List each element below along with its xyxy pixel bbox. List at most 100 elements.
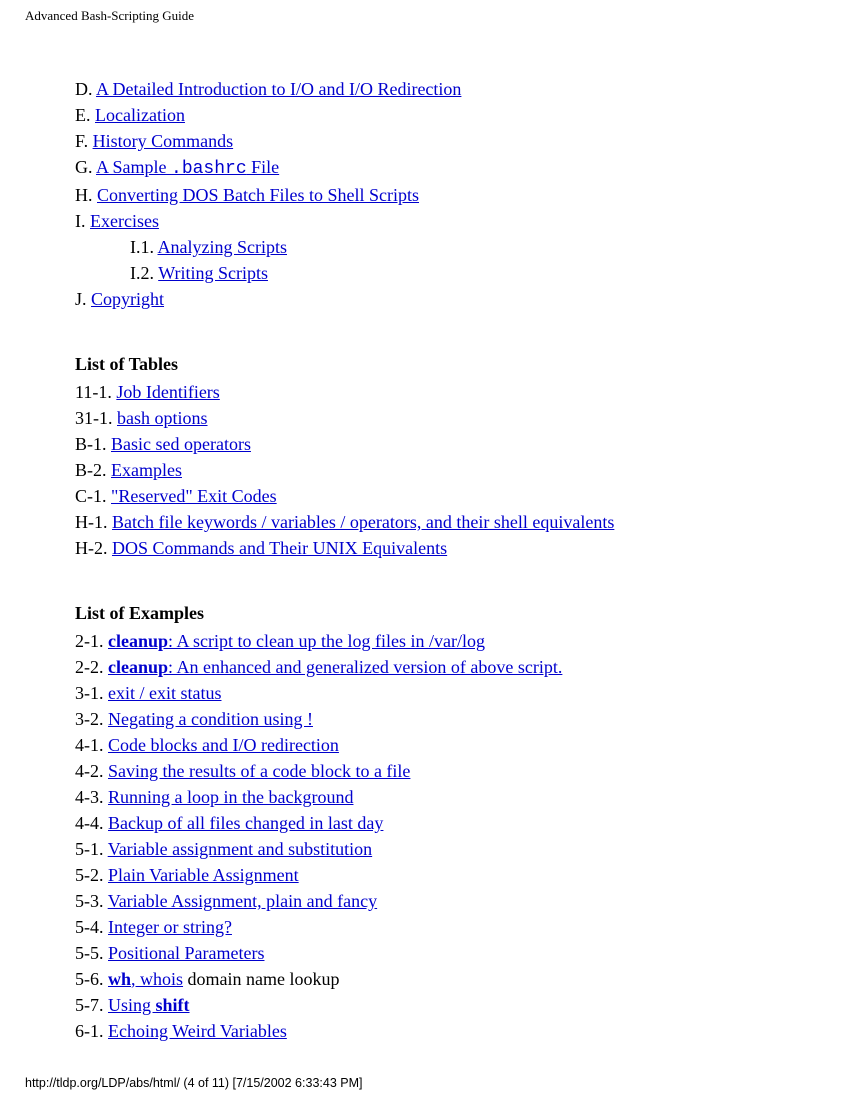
example-link[interactable]: Echoing Weird Variables	[108, 1021, 287, 1041]
table-item: B-2. Examples	[75, 457, 809, 483]
example-marker: 2-1.	[75, 631, 104, 651]
example-link[interactable]: cleanup: An enhanced and generalized ver…	[108, 657, 562, 677]
example-link[interactable]: Variable assignment and substitution	[108, 839, 372, 859]
link-rest: , whois	[131, 969, 183, 989]
example-link[interactable]: Saving the results of a code block to a …	[108, 761, 410, 781]
example-link[interactable]: Variable Assignment, plain and fancy	[108, 891, 377, 911]
table-link[interactable]: DOS Commands and Their UNIX Equivalents	[112, 538, 447, 558]
appendix-marker: J.	[75, 289, 87, 309]
examples-heading: List of Examples	[75, 603, 809, 624]
example-item: 2-1. cleanup: A script to clean up the l…	[75, 628, 809, 654]
appendix-marker: I.	[75, 211, 86, 231]
example-link[interactable]: Integer or string?	[108, 917, 232, 937]
appendix-link-localization[interactable]: Localization	[95, 105, 185, 125]
table-marker: H-1.	[75, 512, 108, 532]
example-link[interactable]: Code blocks and I/O redirection	[108, 735, 339, 755]
link-bold: cleanup	[108, 631, 168, 651]
tables-section: List of Tables 11-1. Job Identifiers 31-…	[75, 354, 809, 561]
example-link[interactable]: wh, whois	[108, 969, 183, 989]
example-link[interactable]: Running a loop in the background	[108, 787, 353, 807]
table-marker: C-1.	[75, 486, 107, 506]
appendix-link-dos[interactable]: Converting DOS Batch Files to Shell Scri…	[97, 185, 419, 205]
appendix-marker: E.	[75, 105, 91, 125]
example-item: 3-1. exit / exit status	[75, 680, 809, 706]
appendix-item: F. History Commands	[75, 128, 809, 154]
example-marker: 3-2.	[75, 709, 104, 729]
link-prefix: A Sample	[96, 157, 171, 177]
appendix-link-io[interactable]: A Detailed Introduction to I/O and I/O R…	[96, 79, 461, 99]
example-marker: 5-5.	[75, 943, 104, 963]
example-link[interactable]: Plain Variable Assignment	[108, 865, 299, 885]
appendix-marker: H.	[75, 185, 93, 205]
example-marker: 5-6.	[75, 969, 104, 989]
example-marker: 4-1.	[75, 735, 104, 755]
appendix-list: D. A Detailed Introduction to I/O and I/…	[75, 76, 809, 312]
example-marker: 4-2.	[75, 761, 104, 781]
example-link[interactable]: Positional Parameters	[108, 943, 264, 963]
example-marker: 5-7.	[75, 995, 104, 1015]
table-link[interactable]: Examples	[111, 460, 182, 480]
appendix-item: E. Localization	[75, 102, 809, 128]
appendix-link-exercises[interactable]: Exercises	[90, 211, 159, 231]
example-item: 3-2. Negating a condition using !	[75, 706, 809, 732]
example-item: 4-4. Backup of all files changed in last…	[75, 810, 809, 836]
sub-link-writing[interactable]: Writing Scripts	[158, 263, 268, 283]
example-after: domain name lookup	[183, 969, 339, 989]
table-item: H-1. Batch file keywords / variables / o…	[75, 509, 809, 535]
sub-marker: I.2.	[130, 263, 154, 283]
example-marker: 3-1.	[75, 683, 104, 703]
link-suffix: File	[247, 157, 280, 177]
example-item: 5-2. Plain Variable Assignment	[75, 862, 809, 888]
example-item: 5-4. Integer or string?	[75, 914, 809, 940]
appendix-link-bashrc[interactable]: A Sample .bashrc File	[96, 157, 279, 177]
appendix-item: I. Exercises	[75, 208, 809, 234]
sub-link-analyzing[interactable]: Analyzing Scripts	[158, 237, 287, 257]
example-item: 5-5. Positional Parameters	[75, 940, 809, 966]
table-marker: 11-1.	[75, 382, 112, 402]
table-link[interactable]: bash options	[117, 408, 208, 428]
table-link[interactable]: Batch file keywords / variables / operat…	[112, 512, 614, 532]
table-marker: H-2.	[75, 538, 108, 558]
link-bold: cleanup	[108, 657, 168, 677]
appendix-link-history[interactable]: History Commands	[93, 131, 234, 151]
tables-heading: List of Tables	[75, 354, 809, 375]
table-link[interactable]: Job Identifiers	[116, 382, 219, 402]
table-link[interactable]: Basic sed operators	[111, 434, 251, 454]
table-marker: B-1.	[75, 434, 107, 454]
link-bold: wh	[108, 969, 131, 989]
example-link[interactable]: Backup of all files changed in last day	[108, 813, 383, 833]
table-item: 11-1. Job Identifiers	[75, 379, 809, 405]
example-link[interactable]: cleanup: A script to clean up the log fi…	[108, 631, 485, 651]
example-marker: 6-1.	[75, 1021, 104, 1041]
appendix-link-copyright[interactable]: Copyright	[91, 289, 164, 309]
example-item: 4-3. Running a loop in the background	[75, 784, 809, 810]
page-header-title: Advanced Bash-Scripting Guide	[25, 8, 194, 24]
table-item: B-1. Basic sed operators	[75, 431, 809, 457]
table-marker: B-2.	[75, 460, 107, 480]
table-item: H-2. DOS Commands and Their UNIX Equival…	[75, 535, 809, 561]
appendix-marker: F.	[75, 131, 88, 151]
table-item: C-1. "Reserved" Exit Codes	[75, 483, 809, 509]
example-item: 5-7. Using shift	[75, 992, 809, 1018]
table-link[interactable]: "Reserved" Exit Codes	[111, 486, 277, 506]
link-rest: : A script to clean up the log files in …	[168, 631, 485, 651]
appendix-item: D. A Detailed Introduction to I/O and I/…	[75, 76, 809, 102]
link-rest: : An enhanced and generalized version of…	[168, 657, 562, 677]
link-prefix: Using	[108, 995, 156, 1015]
example-item: 4-2. Saving the results of a code block …	[75, 758, 809, 784]
example-item: 5-3. Variable Assignment, plain and fanc…	[75, 888, 809, 914]
example-marker: 4-3.	[75, 787, 104, 807]
example-item: 5-6. wh, whois domain name lookup	[75, 966, 809, 992]
page-footer: http://tldp.org/LDP/abs/html/ (4 of 11) …	[25, 1076, 362, 1090]
appendix-marker: D.	[75, 79, 93, 99]
sub-list: I.1. Analyzing Scripts I.2. Writing Scri…	[130, 234, 809, 286]
example-link[interactable]: exit / exit status	[108, 683, 221, 703]
example-link[interactable]: Negating a condition using !	[108, 709, 313, 729]
example-link[interactable]: Using shift	[108, 995, 190, 1015]
example-item: 6-1. Echoing Weird Variables	[75, 1018, 809, 1044]
example-item: 5-1. Variable assignment and substitutio…	[75, 836, 809, 862]
sub-item: I.1. Analyzing Scripts	[130, 234, 809, 260]
main-content: D. A Detailed Introduction to I/O and I/…	[75, 76, 809, 1044]
examples-section: List of Examples 2-1. cleanup: A script …	[75, 603, 809, 1044]
link-code: .bashrc	[171, 159, 247, 179]
